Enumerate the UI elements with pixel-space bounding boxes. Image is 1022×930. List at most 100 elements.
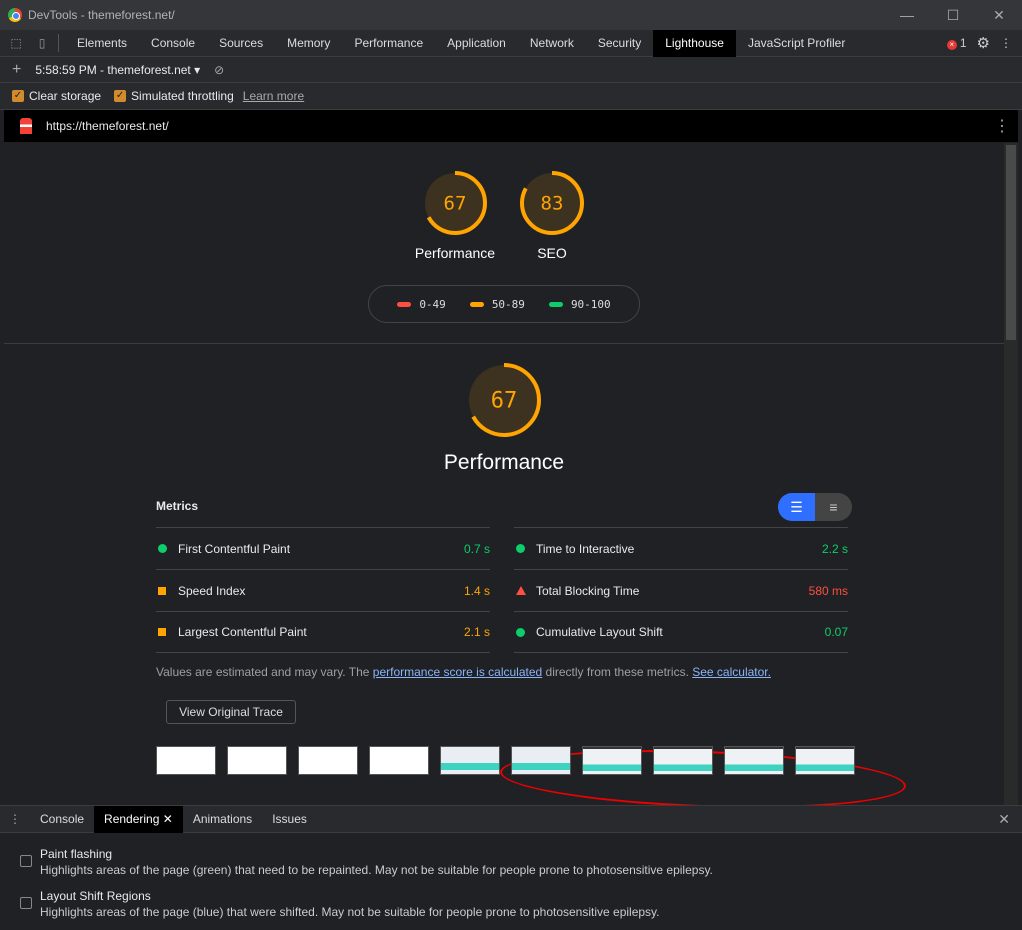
option-checkbox[interactable] [20, 855, 32, 867]
metric-name: Speed Index [178, 583, 246, 598]
more-icon[interactable]: ⋮ [1000, 36, 1012, 50]
view-trace-button[interactable]: View Original Trace [166, 700, 296, 724]
error-counter[interactable]: × 1 [946, 36, 967, 50]
metric-row: Largest Contentful Paint 2.1 s [156, 611, 490, 653]
drawer-menu-icon[interactable]: ⋮ [0, 812, 30, 826]
metric-value: 580 ms [808, 583, 848, 598]
svg-text:67: 67 [444, 193, 467, 215]
device-toggle-icon[interactable]: ▯ [32, 36, 52, 50]
filmstrip-frame [582, 746, 642, 775]
clear-storage-checkbox[interactable]: ✓ [12, 90, 24, 102]
tab-elements[interactable]: Elements [65, 30, 139, 57]
filmstrip-frame [795, 746, 855, 775]
rendering-panel: Paint flashing Highlights areas of the pa… [0, 833, 1004, 930]
filmstrip-frame [227, 746, 287, 775]
report-selector[interactable]: 5:58:59 PM - themeforest.net ▾ [35, 63, 200, 77]
metric-value: 2.1 s [463, 625, 490, 639]
metric-value: 1.4 s [463, 583, 490, 598]
metrics-view-toggle[interactable]: ☰ ≡ [778, 493, 852, 521]
drawer-tab-issues[interactable]: Issues [262, 806, 317, 833]
legend-item: 50-89 [469, 298, 525, 311]
close-window-button[interactable]: ✕ [976, 7, 1022, 24]
drawer-tab-rendering[interactable]: Rendering ✕ [94, 805, 183, 833]
list-view-icon[interactable]: ≡ [815, 493, 852, 521]
drawer-tab-animations[interactable]: Animations [183, 806, 262, 833]
score-legend: 0-49 50-89 90-100 [368, 285, 640, 323]
metric-name: Time to Interactive [536, 541, 635, 556]
new-report-button[interactable]: + [12, 61, 21, 79]
metric-name: Total Blocking Time [536, 583, 640, 598]
metrics-note: Values are estimated and may vary. The p… [156, 665, 771, 679]
rendering-option: Paint flashing Highlights areas of the pa… [20, 847, 984, 877]
fail-triangle-icon [516, 586, 526, 595]
filmstrip-frame [653, 746, 713, 775]
chrome-icon [8, 8, 22, 22]
throttling-checkbox[interactable]: ✓ [114, 90, 127, 102]
average-square-icon [158, 586, 166, 595]
option-checkbox[interactable] [20, 897, 32, 909]
tab-console[interactable]: Console [139, 30, 207, 57]
tab-sources[interactable]: Sources [207, 30, 275, 57]
lighthouse-icon [20, 118, 32, 134]
gauge-performance[interactable]: 67 Performance [405, 169, 505, 261]
filmstrip-frame [440, 746, 500, 775]
svg-text:67: 67 [491, 389, 518, 414]
tab-performance[interactable]: Performance [342, 30, 435, 57]
score-calculated-link[interactable]: performance score is calculated [373, 665, 542, 679]
pass-circle-icon [516, 627, 525, 637]
average-square-icon [158, 628, 166, 636]
filmstrip [156, 746, 855, 775]
drawer-tab-console[interactable]: Console [30, 806, 94, 833]
metric-row: First Contentful Paint 0.7 s [156, 527, 490, 569]
title-bar: DevTools - themeforest.net/ — ☐ ✕ [0, 0, 1022, 30]
clear-icon[interactable]: ⊘ [214, 63, 224, 77]
maximize-button[interactable]: ☐ [930, 7, 976, 24]
filmstrip-frame [156, 746, 216, 775]
tab-security[interactable]: Security [586, 30, 653, 57]
report-scrollbar[interactable] [1004, 143, 1018, 805]
inspect-icon[interactable]: ⬚ [6, 36, 26, 50]
metrics-title: Metrics [156, 499, 199, 513]
close-tab-icon[interactable]: ✕ [163, 812, 173, 826]
metric-name: Largest Contentful Paint [178, 625, 307, 639]
gauge-seo[interactable]: 83 SEO [502, 169, 602, 261]
report-menu-icon[interactable]: ⋮ [994, 116, 1010, 136]
score-gauge-icon: 67 [423, 171, 487, 235]
report-url: https://themeforest.net/ [46, 119, 169, 133]
tab-network[interactable]: Network [518, 30, 586, 57]
legend-item: 90-100 [548, 298, 611, 311]
summary-view-icon[interactable]: ☰ [778, 493, 815, 521]
metric-value: 2.2 s [821, 541, 848, 556]
minimize-button[interactable]: — [884, 7, 930, 24]
metric-row: Time to Interactive 2.2 s [514, 527, 848, 569]
metric-value: 0.07 [824, 625, 848, 639]
drawer-tabs: ⋮ Console Rendering ✕ Animations Issues ✕ [0, 805, 1022, 833]
score-gauge-icon: 67 [467, 363, 541, 437]
metric-row: Total Blocking Time 580 ms [514, 569, 848, 611]
filmstrip-frame [724, 746, 784, 775]
pass-circle-icon [158, 544, 167, 553]
metric-row: Cumulative Layout Shift 0.07 [514, 611, 848, 653]
category-gauge: 67 Performance [404, 361, 604, 475]
tab-application[interactable]: Application [435, 30, 518, 57]
filmstrip-frame [369, 746, 429, 775]
lighthouse-report: 67 Performance 83 SEO 0-49 50-89 90-100 67 Per… [4, 143, 1004, 805]
svg-text:83: 83 [541, 193, 564, 215]
filmstrip-frame [511, 746, 571, 775]
filmstrip-frame [298, 746, 358, 775]
see-calculator-link[interactable]: See calculator. [692, 665, 771, 679]
metric-name: First Contentful Paint [178, 541, 291, 556]
tab-memory[interactable]: Memory [275, 30, 342, 57]
metric-row: Speed Index 1.4 s [156, 569, 490, 611]
devtools-tabs: ⬚ ▯ Elements Console Sources Memory Performa… [0, 29, 1022, 57]
rendering-option: Layout Shift Regions Highlights areas of … [20, 889, 984, 919]
pass-circle-icon [516, 544, 525, 553]
legend-item: 0-49 [397, 298, 446, 311]
tab-lighthouse[interactable]: Lighthouse [653, 29, 736, 57]
settings-icon[interactable]: ⚙ [977, 34, 990, 52]
metric-value: 0.7 s [463, 541, 490, 556]
metric-name: Cumulative Layout Shift [536, 625, 663, 639]
learn-more-link[interactable]: Learn more [243, 89, 304, 103]
tab-javascript-profiler[interactable]: JavaScript Profiler [736, 30, 857, 57]
close-drawer-icon[interactable]: ✕ [998, 811, 1010, 828]
